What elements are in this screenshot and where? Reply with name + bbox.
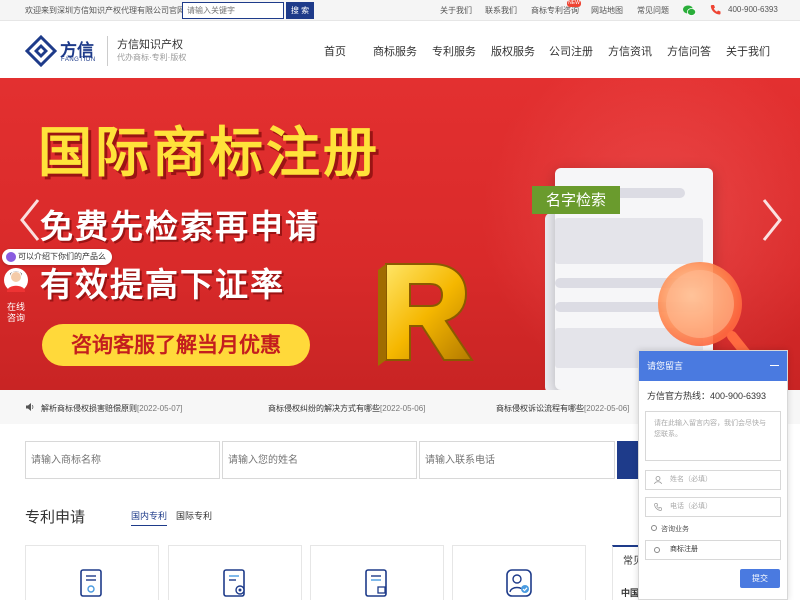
nav-news[interactable]: 方信资讯 xyxy=(608,43,652,59)
welcome-text: 欢迎来到深圳方信知识产权代理有限公司官网！ xyxy=(25,6,193,15)
news-date: [2022-05-07] xyxy=(137,404,183,413)
new-badge: NEW xyxy=(567,0,581,7)
patent-certificate-icon xyxy=(365,569,387,597)
faq-item[interactable]: 中国 xyxy=(621,586,639,599)
message-textarea[interactable]: 请在此输入留言内容，我们会尽快与您联系。 xyxy=(645,411,781,461)
phone-icon xyxy=(710,5,721,15)
top-link-faq[interactable]: 常见问题 xyxy=(637,5,669,16)
business-selected-value: 商标注册 xyxy=(670,546,698,553)
hero-banner[interactable]: 国际商标注册 免费先检索再申请 有效提高下证率 咨询客服了解当月优惠 名字检索 xyxy=(0,78,800,390)
banner-next-arrow-icon[interactable] xyxy=(760,198,784,242)
banner-title: 国际商标注册 xyxy=(38,121,380,184)
top-search-input[interactable] xyxy=(182,2,284,19)
tab-domestic-patent[interactable]: 国内专利 xyxy=(131,509,168,526)
news-title[interactable]: 解析商标侵权损害赔偿原则 xyxy=(41,404,137,413)
top-search-button[interactable]: 搜 索 xyxy=(286,2,314,19)
wechat-icon[interactable] xyxy=(683,5,696,16)
nav-home[interactable]: 首页 xyxy=(324,43,346,59)
news-title[interactable]: 商标侵权纠纷的解决方式有哪些 xyxy=(268,404,380,413)
patent-card[interactable] xyxy=(25,545,159,600)
name-placeholder: 姓名（必填） xyxy=(670,476,712,483)
top-phone-number: 400-900-6393 xyxy=(728,5,778,14)
patent-user-check-icon xyxy=(506,569,532,597)
business-select[interactable]: 商标注册 xyxy=(645,540,781,560)
nav-patent[interactable]: 专利服务 xyxy=(432,43,476,59)
nav-copyright[interactable]: 版权服务 xyxy=(491,43,535,59)
message-panel-title: 请您留言 xyxy=(647,361,684,371)
news-item[interactable]: 商标侵权纠纷的解决方式有哪些[2022-05-06] xyxy=(268,403,425,414)
logo-tagline: 方信知识产权 xyxy=(117,39,183,51)
patent-card[interactable] xyxy=(310,545,444,600)
logo-brand-en: FANGTION xyxy=(61,57,96,63)
nav-about[interactable]: 关于我们 xyxy=(726,43,770,59)
news-date: [2022-05-06] xyxy=(380,404,426,413)
phone-placeholder: 电话（必填） xyxy=(670,503,712,510)
nav-company-register[interactable]: 公司注册 xyxy=(549,43,593,59)
banner-prev-arrow-icon[interactable] xyxy=(18,198,42,242)
phone-small-icon xyxy=(654,503,662,511)
message-panel: 请您留言 方信官方热线：400-900-6393 请在此输入留言内容，我们会尽快… xyxy=(638,350,788,600)
nav-qa[interactable]: 方信问答 xyxy=(667,43,711,59)
consultant-avatar[interactable] xyxy=(3,267,29,297)
logo-divider xyxy=(107,36,108,66)
name-search-tag: 名字检索 xyxy=(532,186,620,214)
top-link-sitemap[interactable]: 网站地图 xyxy=(591,5,623,16)
consult-bubble-text: 可以介绍下你们的产品么 xyxy=(18,252,106,261)
nav-trademark[interactable]: 商标服务 xyxy=(373,43,417,59)
speaker-icon xyxy=(26,403,34,411)
select-dot-icon xyxy=(654,547,660,553)
top-link-about[interactable]: 关于我们 xyxy=(440,5,472,16)
user-name-input[interactable] xyxy=(222,441,417,479)
business-label: 咨询业务 xyxy=(661,526,689,533)
news-item[interactable]: 解析商标侵权损害赔偿原则[2022-05-07] xyxy=(41,403,182,414)
patent-card[interactable] xyxy=(452,545,586,600)
business-icon xyxy=(651,525,657,531)
banner-cta[interactable]: 咨询客服了解当月优惠 xyxy=(42,324,310,366)
new-patent-gear-icon xyxy=(223,569,245,597)
site-header: 方信 FANGTION 方信知识产权 代办商标·专利·版权 首页 商标服务 专利… xyxy=(0,22,800,78)
banner-subtitle-2: 有效提高下证率 xyxy=(40,265,285,304)
message-phone-input[interactable]: 电话（必填） xyxy=(645,497,781,517)
patent-document-icon xyxy=(80,569,102,597)
message-panel-header[interactable]: 请您留言 xyxy=(639,351,787,381)
logo-diamond-icon[interactable] xyxy=(25,35,57,67)
section-title-patent: 专利申请 xyxy=(25,509,86,526)
user-icon xyxy=(654,476,662,484)
online-consult-label[interactable]: 在线咨询 xyxy=(6,302,26,324)
chat-dot-icon xyxy=(6,252,16,262)
contact-phone-input[interactable] xyxy=(419,441,615,479)
news-item[interactable]: 商标侵权诉讼流程有哪些[2022-05-06] xyxy=(496,403,629,414)
message-submit-button[interactable]: 提交 xyxy=(740,569,780,588)
minimize-icon[interactable] xyxy=(770,365,779,366)
top-link-contact[interactable]: 联系我们 xyxy=(485,5,517,16)
tab-international-patent[interactable]: 国际专利 xyxy=(176,509,212,522)
consult-bubble[interactable]: 可以介绍下你们的产品么 xyxy=(2,249,112,265)
patent-card[interactable] xyxy=(168,545,302,600)
news-title[interactable]: 商标侵权诉讼流程有哪些 xyxy=(496,404,584,413)
message-name-input[interactable]: 姓名（必填） xyxy=(645,470,781,490)
trademark-name-input[interactable] xyxy=(25,441,220,479)
logo-sub-tagline: 代办商标·专利·版权 xyxy=(117,53,187,62)
registered-r-icon xyxy=(378,263,474,366)
banner-subtitle-1: 免费先检索再申请 xyxy=(40,207,320,246)
message-hotline: 方信官方热线：400-900-6393 xyxy=(647,391,767,401)
news-date: [2022-05-06] xyxy=(584,404,630,413)
